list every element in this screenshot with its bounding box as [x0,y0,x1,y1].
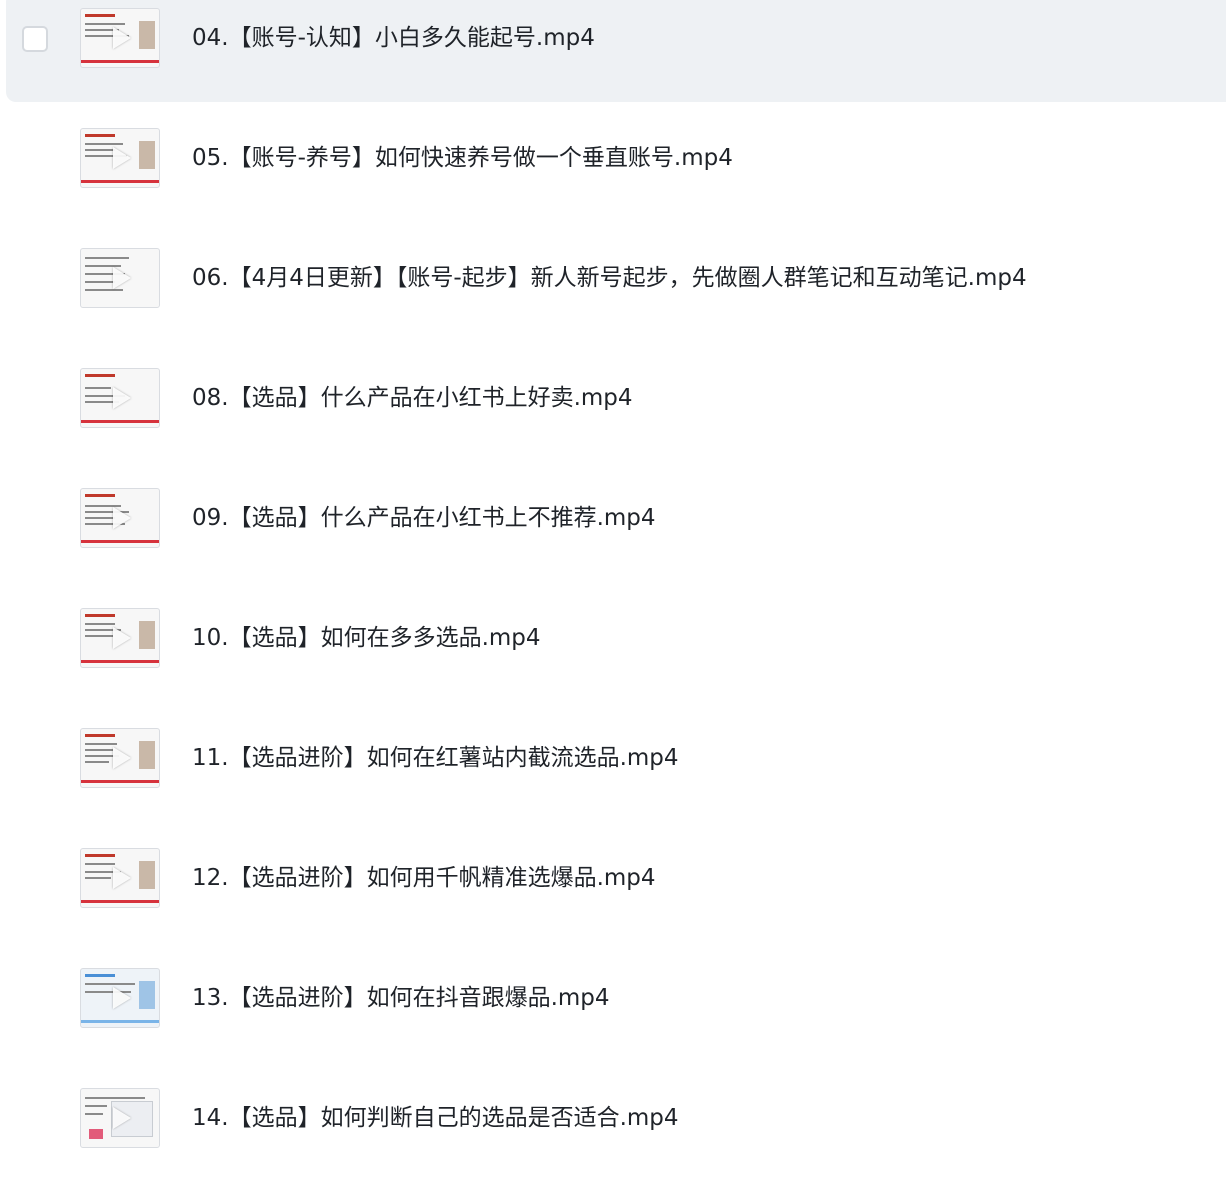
play-icon [113,867,131,889]
file-row[interactable]: 08.【选品】什么产品在小红书上好卖.mp4 [6,352,1226,462]
video-thumbnail[interactable] [80,968,160,1028]
play-icon [113,387,131,409]
file-row[interactable]: 05.【账号-养号】如何快速养号做一个垂直账号.mp4 [6,112,1226,222]
play-icon [113,267,131,289]
file-row[interactable]: 04.【账号-认知】小白多久能起号.mp4 [6,0,1226,102]
video-thumbnail[interactable] [80,128,160,188]
play-icon [113,627,131,649]
file-name[interactable]: 14.【选品】如何判断自己的选品是否适合.mp4 [192,1100,679,1136]
file-row[interactable]: 12.【选品进阶】如何用千帆精准选爆品.mp4 [6,832,1226,942]
file-name[interactable]: 08.【选品】什么产品在小红书上好卖.mp4 [192,380,633,416]
file-name[interactable]: 06.【4月4日更新】【账号-起步】新人新号起步，先做圈人群笔记和互动笔记.mp… [192,260,1027,296]
file-name[interactable]: 10.【选品】如何在多多选品.mp4 [192,620,541,656]
play-icon [113,27,131,49]
checkbox-icon[interactable] [22,26,48,52]
file-row[interactable]: 14.【选品】如何判断自己的选品是否适合.mp4 [6,1072,1226,1182]
play-icon [113,147,131,169]
video-thumbnail[interactable] [80,248,160,308]
play-icon [113,1107,131,1129]
video-thumbnail[interactable] [80,848,160,908]
file-row[interactable]: 10.【选品】如何在多多选品.mp4 [6,592,1226,702]
video-thumbnail[interactable] [80,728,160,788]
video-thumbnail[interactable] [80,368,160,428]
file-name[interactable]: 12.【选品进阶】如何用千帆精准选爆品.mp4 [192,860,656,896]
file-name[interactable]: 09.【选品】什么产品在小红书上不推荐.mp4 [192,500,656,536]
file-list: 04.【账号-认知】小白多久能起号.mp4 05.【账号-养号】如何快速养号做一… [0,0,1226,1175]
video-thumbnail[interactable] [80,488,160,548]
file-row[interactable]: 09.【选品】什么产品在小红书上不推荐.mp4 [6,472,1226,582]
file-row[interactable]: 13.【选品进阶】如何在抖音跟爆品.mp4 [6,952,1226,1062]
file-name[interactable]: 11.【选品进阶】如何在红薯站内截流选品.mp4 [192,740,679,776]
video-thumbnail[interactable] [80,1088,160,1148]
video-thumbnail[interactable] [80,608,160,668]
play-icon [113,987,131,1009]
play-icon [113,747,131,769]
video-thumbnail[interactable] [80,8,160,68]
file-name[interactable]: 13.【选品进阶】如何在抖音跟爆品.mp4 [192,980,610,1016]
file-name[interactable]: 05.【账号-养号】如何快速养号做一个垂直账号.mp4 [192,140,733,176]
file-name[interactable]: 04.【账号-认知】小白多久能起号.mp4 [192,20,595,56]
file-row[interactable]: 06.【4月4日更新】【账号-起步】新人新号起步，先做圈人群笔记和互动笔记.mp… [6,232,1226,342]
play-icon [113,507,131,529]
file-row[interactable]: 11.【选品进阶】如何在红薯站内截流选品.mp4 [6,712,1226,822]
